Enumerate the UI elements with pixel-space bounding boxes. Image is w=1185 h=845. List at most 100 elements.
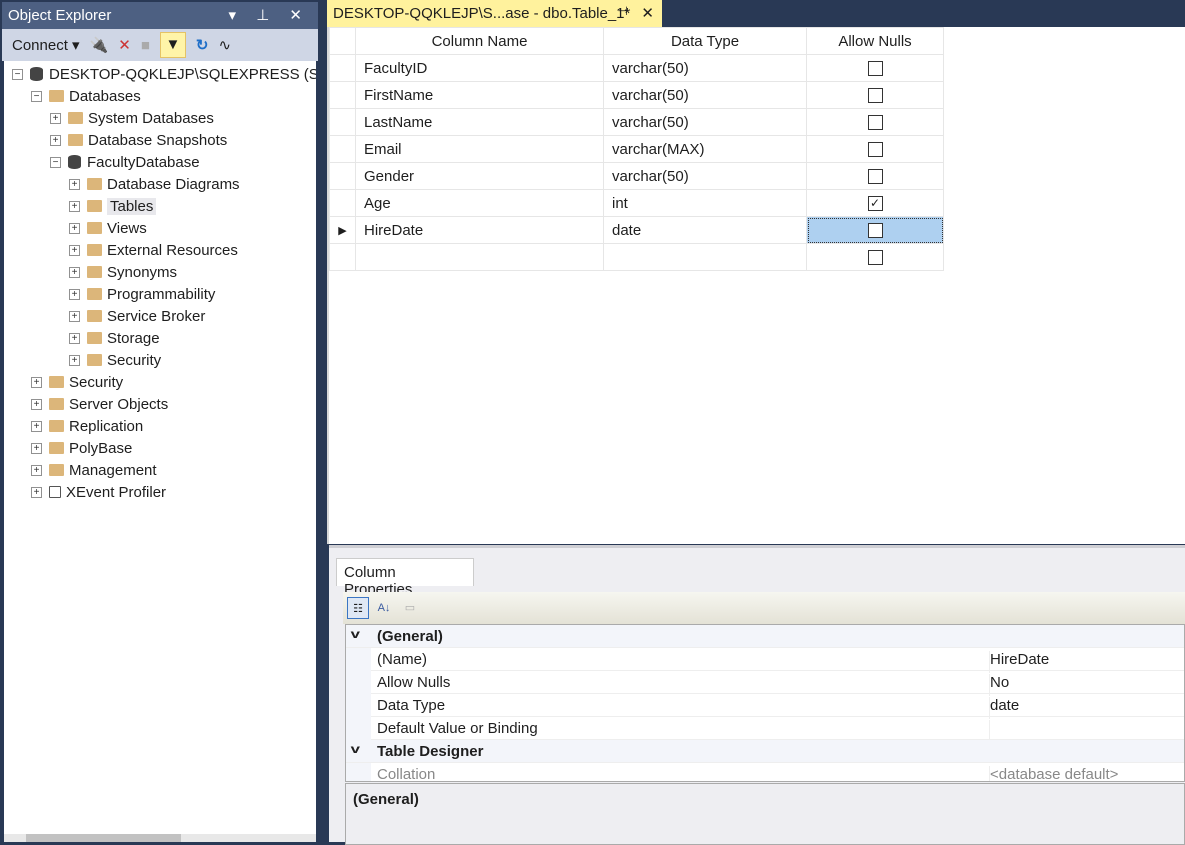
tree-node[interactable]: + Security	[31, 371, 123, 393]
row-selector[interactable]	[329, 189, 356, 217]
property-category[interactable]: v Table Designer	[346, 740, 1184, 763]
allow-nulls-checkbox[interactable]	[867, 223, 883, 239]
collapse-icon[interactable]: −	[50, 156, 61, 168]
collapse-icon[interactable]: −	[31, 90, 42, 102]
allow-nulls-cell[interactable]: ✓	[806, 189, 944, 217]
tree-node[interactable]: + PolyBase	[31, 437, 132, 459]
close-tab-icon[interactable]: ✕	[641, 4, 654, 22]
allow-nulls-checkbox[interactable]	[867, 88, 883, 104]
expand-icon[interactable]: +	[31, 486, 42, 498]
column-name-cell[interactable]	[355, 243, 604, 271]
row-selector[interactable]	[329, 243, 356, 271]
expand-icon[interactable]: +	[69, 310, 80, 322]
tree-node[interactable]: + Tables	[69, 195, 157, 217]
allow-nulls-checkbox[interactable]	[867, 250, 883, 266]
categorized-icon[interactable]: ☷	[347, 597, 369, 619]
row-selector[interactable]	[329, 81, 356, 109]
property-value[interactable]: HireDate	[989, 651, 1049, 673]
expand-icon[interactable]: +	[31, 376, 42, 388]
tree-node[interactable]: + External Resources	[69, 239, 238, 261]
allow-nulls-checkbox[interactable]: ✓	[867, 196, 883, 212]
column-name-cell[interactable]: FirstName	[355, 81, 604, 109]
expand-icon[interactable]: +	[31, 420, 42, 432]
tree-node[interactable]: − DESKTOP-QQKLEJP\SQLEXPRESS (SQL Server)	[12, 63, 316, 85]
allow-nulls-cell[interactable]	[806, 54, 944, 82]
table-row[interactable]: Gender varchar(50)	[329, 162, 944, 190]
filter-icon[interactable]: ▼	[159, 32, 186, 58]
table-row[interactable]: LastName varchar(50)	[329, 108, 944, 136]
tree-node[interactable]: + System Databases	[50, 107, 214, 129]
tree-node[interactable]: + Database Diagrams	[69, 173, 240, 195]
expand-icon[interactable]: +	[69, 288, 80, 300]
data-type-cell[interactable]	[603, 243, 807, 271]
property-row[interactable]: (Name) HireDate	[346, 648, 1184, 673]
row-selector[interactable]	[329, 108, 356, 136]
expand-icon[interactable]: +	[69, 200, 80, 212]
column-name-cell[interactable]: Age	[355, 189, 604, 217]
chevron-down-icon[interactable]: v	[351, 742, 360, 756]
property-category[interactable]: v (General)	[346, 625, 1184, 648]
expand-icon[interactable]: +	[69, 222, 80, 234]
data-type-cell[interactable]: date	[603, 216, 807, 244]
tree-node[interactable]: + Server Objects	[31, 393, 168, 415]
row-selector[interactable]	[329, 135, 356, 163]
expand-icon[interactable]: +	[50, 134, 61, 146]
allow-nulls-checkbox[interactable]	[867, 142, 883, 158]
activity-monitor-icon[interactable]: ∿	[218, 36, 231, 54]
column-name-cell[interactable]: Gender	[355, 162, 604, 190]
expand-icon[interactable]: +	[69, 332, 80, 344]
connect-button[interactable]: Connect ▾	[12, 36, 80, 54]
expand-icon[interactable]: +	[31, 442, 42, 454]
expand-icon[interactable]: +	[69, 266, 80, 278]
data-type-cell[interactable]: varchar(50)	[603, 108, 807, 136]
tree-node[interactable]: + Service Broker	[69, 305, 205, 327]
tree-node[interactable]: + Security	[69, 349, 161, 371]
tree-node[interactable]: + Views	[69, 217, 147, 239]
tree-node[interactable]: + Storage	[69, 327, 160, 349]
pin-icon[interactable]: ⊣	[618, 4, 628, 18]
allow-nulls-cell[interactable]	[806, 162, 944, 190]
scrollbar-thumb[interactable]	[26, 834, 181, 842]
disconnect-icon[interactable]: ✕	[118, 36, 131, 54]
tree-node[interactable]: + Synonyms	[69, 261, 177, 283]
allow-nulls-cell[interactable]	[806, 81, 944, 109]
tree-node[interactable]: + Database Snapshots	[50, 129, 227, 151]
connect-plug-icon[interactable]: 🔌	[90, 36, 109, 54]
row-selector[interactable]	[329, 162, 356, 190]
tree-node[interactable]: − FacultyDatabase	[50, 151, 200, 173]
column-name-cell[interactable]: LastName	[355, 108, 604, 136]
data-type-cell[interactable]: varchar(50)	[603, 162, 807, 190]
row-selector[interactable]	[329, 54, 356, 82]
table-row[interactable]: Email varchar(MAX)	[329, 135, 944, 163]
table-row[interactable]: Age int ✓	[329, 189, 944, 217]
property-row[interactable]: Default Value or Binding	[346, 717, 1184, 742]
property-value[interactable]: <database default>	[989, 766, 1118, 781]
expand-icon[interactable]: +	[69, 178, 80, 190]
tree-node[interactable]: + XEvent Profiler	[31, 481, 166, 503]
data-type-cell[interactable]: varchar(50)	[603, 81, 807, 109]
collapse-icon[interactable]: −	[12, 68, 23, 80]
table-row[interactable]: FirstName varchar(50)	[329, 81, 944, 109]
sort-alphabetical-icon[interactable]: A↓	[373, 597, 395, 619]
allow-nulls-checkbox[interactable]	[867, 169, 883, 185]
allow-nulls-cell[interactable]	[806, 108, 944, 136]
row-selector[interactable]: ▶	[329, 216, 356, 244]
expand-icon[interactable]: +	[31, 398, 42, 410]
property-row[interactable]: Collation <database default>	[346, 763, 1184, 781]
data-type-cell[interactable]: varchar(50)	[603, 54, 807, 82]
allow-nulls-cell[interactable]	[806, 135, 944, 163]
table-row[interactable]	[329, 243, 944, 271]
tree-node[interactable]: + Management	[31, 459, 157, 481]
property-row[interactable]: Data Type date	[346, 694, 1184, 719]
column-name-cell[interactable]: FacultyID	[355, 54, 604, 82]
expand-icon[interactable]: +	[69, 354, 80, 366]
document-tab[interactable]: DESKTOP-QQKLEJP\S...ase - dbo.Table_1* ⊣…	[327, 0, 662, 27]
data-type-cell[interactable]: varchar(MAX)	[603, 135, 807, 163]
property-pages-icon[interactable]: ▭	[399, 597, 421, 619]
stop-icon[interactable]: ■	[141, 37, 150, 54]
horizontal-scrollbar[interactable]	[4, 834, 316, 842]
property-value[interactable]: date	[989, 697, 1019, 719]
table-row[interactable]: ▶ HireDate date	[329, 216, 944, 244]
allow-nulls-cell[interactable]	[806, 243, 944, 271]
tree-node[interactable]: − Databases	[31, 85, 141, 107]
